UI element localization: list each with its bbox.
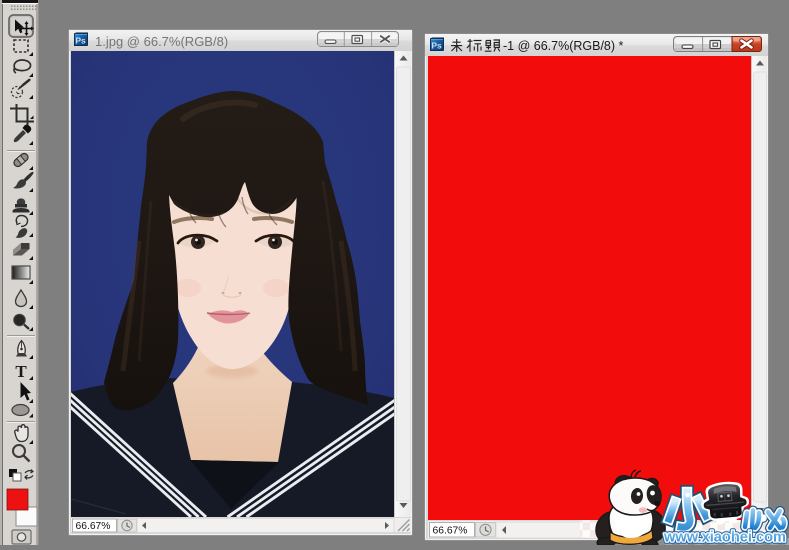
svg-text:66.67%: 66.67% [76,521,111,532]
svg-text:66.67%: 66.67% [433,525,468,536]
svg-text:www.xiaohei.com: www.xiaohei.com [663,529,786,546]
svg-text:Ps: Ps [431,40,442,50]
svg-text:T: T [15,362,27,381]
svg-text:Ps: Ps [75,35,86,45]
svg-text:-1 @ 66.7%(RGB/8) *: -1 @ 66.7%(RGB/8) * [503,39,624,53]
